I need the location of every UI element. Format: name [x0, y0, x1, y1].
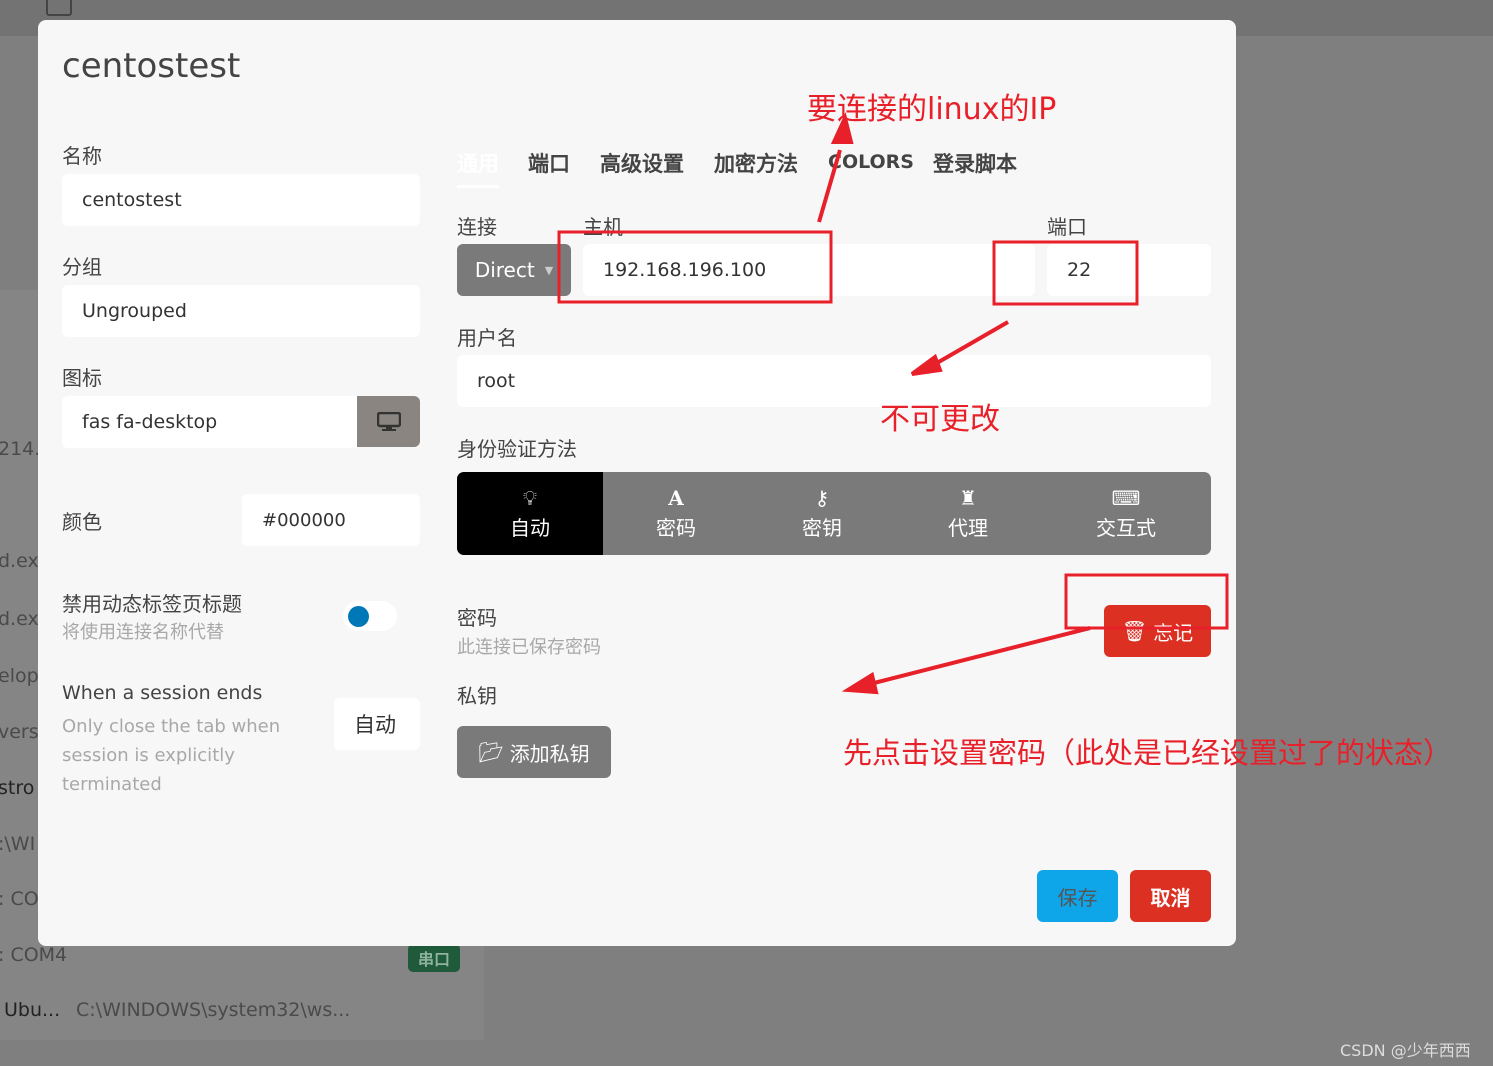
arrow-head — [841, 671, 879, 695]
host-highlight-box — [557, 230, 833, 304]
arrow-head — [910, 353, 943, 376]
arrow-port — [929, 320, 1009, 369]
watermark: CSDN @少年西西 — [1340, 1041, 1471, 1060]
annotation-overlay — [557, 111, 1229, 695]
annotation-host: 要连接的linux的IP — [807, 92, 1057, 127]
arrow-host — [817, 149, 842, 223]
annotation-password: 先点击设置密码（此处是已经设置过了的状态） — [843, 736, 1453, 770]
arrow-password — [869, 626, 1091, 686]
port-highlight-box — [992, 240, 1139, 306]
annotation-port: 不可更改 — [880, 402, 1000, 437]
forget-highlight-box — [1064, 573, 1229, 630]
